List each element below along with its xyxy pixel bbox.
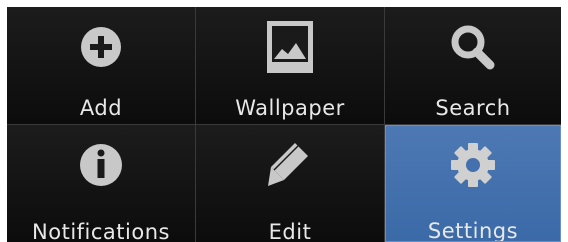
menu-item-label: Add (79, 96, 123, 120)
menu-item-notifications[interactable]: Notifications (7, 125, 196, 242)
menu-item-edit[interactable]: Edit (196, 125, 385, 242)
menu-item-add[interactable]: Add (7, 7, 196, 125)
add-icon (81, 27, 121, 67)
menu-item-wallpaper[interactable]: Wallpaper (196, 7, 385, 125)
menu-item-settings[interactable]: Settings (385, 125, 561, 242)
gear-icon (451, 143, 495, 187)
menu-item-label: Wallpaper (235, 96, 345, 120)
menu-item-label: Settings (427, 219, 519, 242)
menu-item-label: Notifications (32, 220, 170, 242)
info-icon (80, 144, 122, 186)
search-icon (451, 25, 495, 70)
menu-item-search[interactable]: Search (385, 7, 561, 125)
menu-item-label: Edit (268, 220, 312, 242)
edit-pencil-icon (268, 143, 308, 186)
wallpaper-icon (267, 21, 313, 73)
options-menu-grid: Add Wallpaper Search Notifications Edit … (7, 7, 561, 242)
menu-item-label: Search (435, 96, 511, 120)
